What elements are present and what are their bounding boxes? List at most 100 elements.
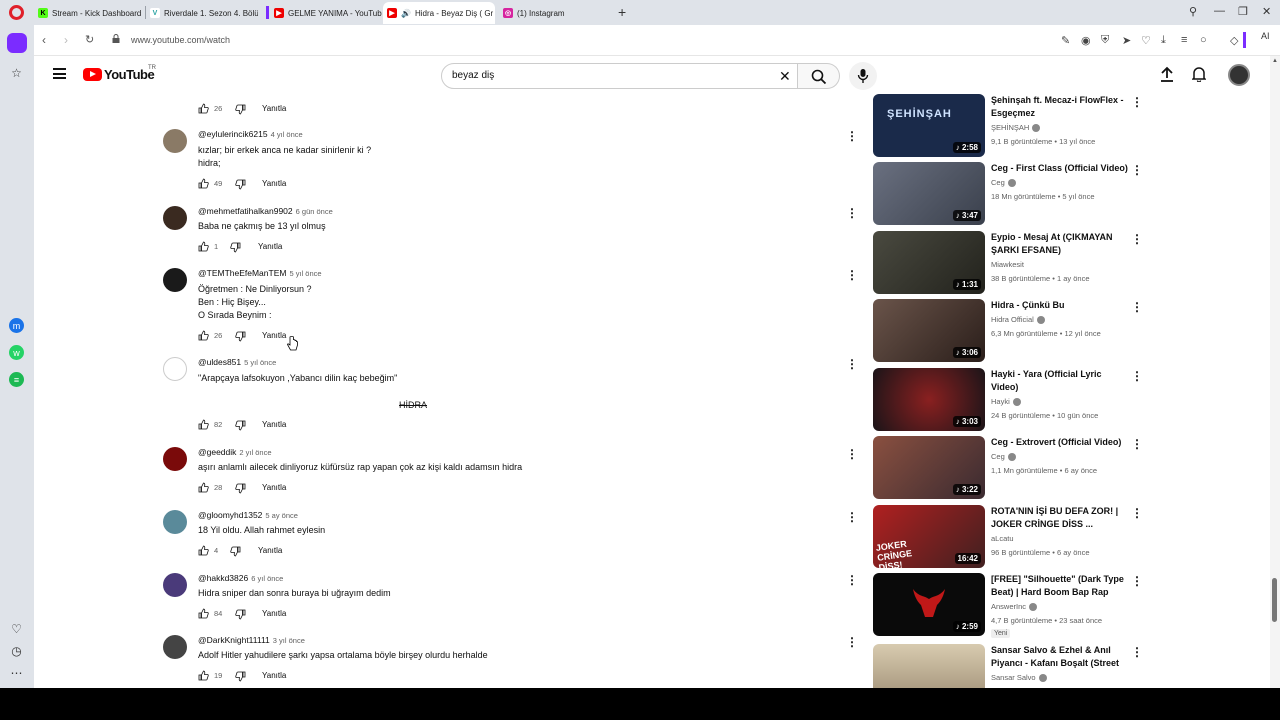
edit-icon[interactable]: ✎ — [1061, 34, 1070, 47]
video-thumbnail[interactable]: ♪ 3:22 — [873, 436, 985, 499]
comment-author[interactable]: @hakkd3826 6 yıl önce — [198, 573, 283, 583]
commenter-avatar[interactable] — [163, 357, 187, 381]
camera-icon[interactable]: ◉ — [1081, 34, 1091, 47]
dislike-icon[interactable] — [235, 420, 246, 431]
commenter-avatar[interactable] — [163, 268, 187, 292]
account-avatar[interactable] — [1228, 64, 1250, 86]
video-more-icon[interactable]: ⋮ — [1131, 232, 1143, 246]
like-icon[interactable] — [198, 545, 209, 556]
tab-kick[interactable]: K Stream - Kick Dashboard — [34, 2, 144, 24]
video-thumbnail[interactable]: ŞEHİNŞAH ♪ 2:58 — [873, 94, 985, 157]
tab-gelme-yanima[interactable]: ▶ GELME YANIMA - YouTub — [270, 2, 382, 24]
video-thumbnail[interactable]: ♪ 3:47 — [873, 162, 985, 225]
reply-button[interactable]: Yanıtla — [262, 179, 286, 188]
reply-button[interactable]: Yanıtla — [262, 609, 286, 618]
commenter-avatar[interactable] — [163, 573, 187, 597]
dislike-icon[interactable] — [235, 179, 246, 190]
comment-author[interactable]: @eylulerincik6215 4 yıl önce — [198, 129, 303, 139]
menu-icon[interactable]: ≡ — [1181, 34, 1187, 46]
opera-logo-icon[interactable] — [9, 5, 24, 20]
search-input[interactable]: beyaz diş ✕ — [441, 63, 798, 89]
related-video-item[interactable]: ♪ 3:06 Hidra - Çünkü Bu Hidra Official 6… — [873, 299, 1153, 363]
commenter-avatar[interactable] — [163, 129, 187, 153]
video-more-icon[interactable]: ⋮ — [1131, 95, 1143, 109]
dislike-icon[interactable] — [235, 609, 246, 620]
reply-button[interactable]: Yanıtla — [258, 242, 282, 251]
comment-more-icon[interactable]: ⋮ — [846, 357, 858, 371]
home-icon[interactable] — [7, 33, 27, 53]
clear-search-icon[interactable]: ✕ — [779, 68, 791, 85]
send-icon[interactable]: ➤ — [1122, 34, 1131, 47]
comment-more-icon[interactable]: ⋮ — [846, 268, 858, 282]
profile-icon[interactable]: ○ — [1200, 34, 1207, 46]
reply-button[interactable]: Yanıtla — [258, 546, 282, 555]
notifications-bell-icon[interactable] — [1192, 66, 1206, 82]
video-title[interactable]: Hayki - Yara (Official Lyric Video) — [991, 368, 1129, 394]
youtube-logo[interactable]: YouTube — [83, 67, 155, 82]
like-icon[interactable] — [198, 103, 209, 114]
like-icon[interactable] — [198, 482, 209, 493]
channel-name[interactable]: Hidra Official — [991, 315, 1045, 325]
dislike-icon[interactable] — [235, 483, 246, 494]
heart-icon[interactable]: ♡ — [1141, 34, 1151, 47]
video-title[interactable]: Ceg - Extrovert (Official Video) — [991, 436, 1129, 449]
minimize-button[interactable]: — — [1214, 5, 1225, 17]
tab-riverdale[interactable]: V Riverdale 1. Sezon 4. Bölü — [146, 2, 258, 24]
dislike-icon[interactable] — [230, 546, 241, 557]
video-more-icon[interactable]: ⋮ — [1131, 645, 1143, 659]
reload-button[interactable]: ↻ — [85, 33, 94, 46]
comment-more-icon[interactable]: ⋮ — [846, 510, 858, 524]
video-thumbnail[interactable]: JOKER CRİNGE DİSS! 16:42 — [873, 505, 985, 568]
extensions-icon[interactable]: ◇ — [1230, 34, 1238, 47]
like-icon[interactable] — [198, 608, 209, 619]
search-button[interactable] — [798, 63, 840, 89]
dislike-icon[interactable] — [230, 242, 241, 253]
video-thumbnail[interactable]: ♪ 3:03 — [873, 368, 985, 431]
dislike-icon[interactable] — [235, 331, 246, 342]
related-video-item[interactable]: ♪ 3:22 Ceg - Extrovert (Official Video) … — [873, 436, 1153, 500]
channel-name[interactable]: Hayki — [991, 397, 1021, 407]
comment-author[interactable]: @gloomyhd1352 5 ay önce — [198, 510, 298, 520]
comment-more-icon[interactable]: ⋮ — [846, 635, 858, 649]
shield-icon[interactable]: ⛨ — [1101, 34, 1109, 47]
commenter-avatar[interactable] — [163, 206, 187, 230]
video-thumbnail[interactable]: ♪ 1:31 — [873, 231, 985, 294]
maximize-button[interactable]: ❐ — [1238, 5, 1248, 18]
video-thumbnail[interactable]: ♪ 2:59 — [873, 573, 985, 636]
tab-hidra[interactable]: ▶ 🔊 Hidra - Beyaz Diş ( Gr — [383, 2, 495, 24]
video-more-icon[interactable]: ⋮ — [1131, 163, 1143, 177]
speaker-icon[interactable]: 🔊 — [401, 9, 411, 18]
scroll-up-icon[interactable]: ▲ — [1272, 58, 1278, 64]
channel-name[interactable]: ŞEHİNŞAH — [991, 123, 1041, 133]
history-icon[interactable]: ◷ — [9, 643, 24, 658]
download-icon[interactable]: ⤓ — [1161, 34, 1166, 47]
tab-instagram[interactable]: ◎ (1) Instagram — [499, 2, 611, 24]
comment-more-icon[interactable]: ⋮ — [846, 206, 858, 220]
video-title[interactable]: ROTA'NIN İŞİ BU DEFA ZOR! | JOKER CRİNGE… — [991, 505, 1129, 531]
commenter-avatar[interactable] — [163, 510, 187, 534]
related-video-item[interactable]: ♪ 2:59 [FREE] "Silhouette" (Dark Type Be… — [873, 573, 1153, 638]
video-more-icon[interactable]: ⋮ — [1131, 300, 1143, 314]
url-field[interactable]: www.youtube.com/watch — [131, 35, 230, 45]
commenter-avatar[interactable] — [163, 635, 187, 659]
whatsapp-icon[interactable]: w — [9, 345, 24, 360]
video-title[interactable]: [FREE] "Silhouette" (Dark Type Beat) | H… — [991, 573, 1129, 599]
upload-icon[interactable] — [1160, 66, 1174, 82]
voice-search-button[interactable] — [849, 62, 877, 90]
comment-more-icon[interactable]: ⋮ — [846, 447, 858, 461]
spotify-icon[interactable]: ≡ — [9, 372, 24, 387]
related-video-item[interactable]: ♪ 1:31 Eypio - Mesaj At (ÇIKMAYAN ŞARKI … — [873, 231, 1153, 295]
video-more-icon[interactable]: ⋮ — [1131, 574, 1143, 588]
channel-name[interactable]: Sansar Salvo — [991, 673, 1047, 683]
like-icon[interactable] — [198, 241, 209, 252]
comment-author[interactable]: @geeddik 2 yıl önce — [198, 447, 272, 457]
related-video-item[interactable]: ♪ 3:47 Ceg - First Class (Official Video… — [873, 162, 1153, 226]
comment-author[interactable]: @mehmetfatihalkan9902 6 gün önce — [198, 206, 333, 216]
video-more-icon[interactable]: ⋮ — [1131, 506, 1143, 520]
comment-more-icon[interactable]: ⋮ — [846, 573, 858, 587]
video-title[interactable]: Sansar Salvo & Ezhel & Anıl Piyancı - Ka… — [991, 644, 1129, 670]
channel-name[interactable]: AnswerInc — [991, 602, 1038, 612]
video-thumbnail[interactable]: ♪ 3:06 — [873, 299, 985, 362]
video-title[interactable]: Hidra - Çünkü Bu — [991, 299, 1129, 312]
video-title[interactable]: Şehinşah ft. Mecaz-i FlowFlex - Esgeçmez — [991, 94, 1129, 120]
